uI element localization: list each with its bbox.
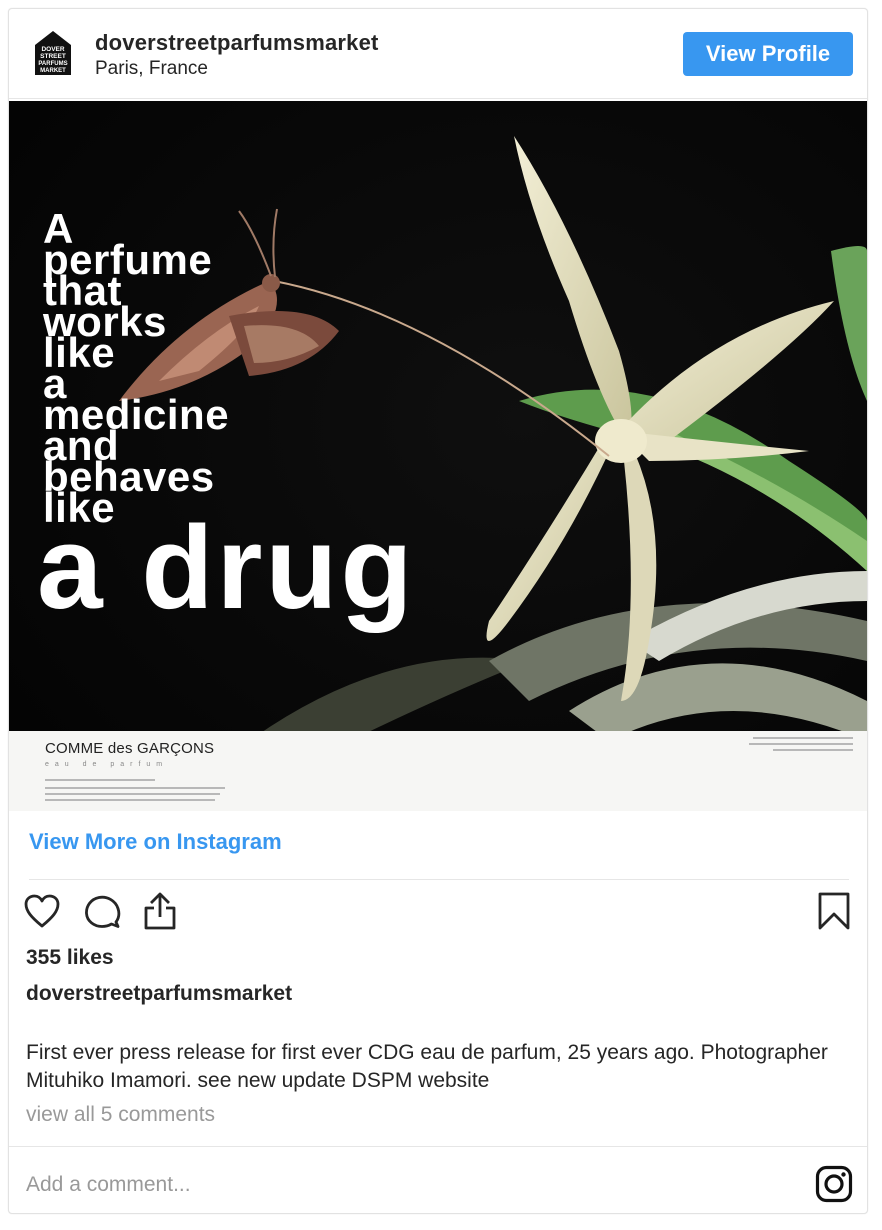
view-profile-button[interactable]: View Profile [683, 32, 853, 76]
instagram-embed-card: DOVER STREET PARFUMS MARKET doverstreetp… [8, 8, 868, 1214]
fine-print-line [45, 793, 220, 795]
bookmark-icon[interactable] [817, 891, 851, 936]
caption-username[interactable]: doverstreetparfumsmarket [26, 982, 292, 1006]
likes-count[interactable]: 355 likes [26, 946, 114, 970]
post-image[interactable]: A perfume that works like a medicine and… [9, 101, 867, 811]
svg-text:PARFUMS: PARFUMS [38, 61, 67, 67]
comment-divider [9, 1146, 867, 1147]
view-comments-link[interactable]: view all 5 comments [26, 1103, 215, 1127]
fine-print-line [753, 737, 853, 739]
brand-name: COMME des GARÇONS [45, 740, 215, 757]
post-location[interactable]: Paris, France [95, 58, 208, 80]
fine-print-line [45, 779, 155, 781]
caption-text: First ever press release for first ever … [26, 1041, 828, 1092]
add-comment-input[interactable] [26, 1169, 786, 1201]
actions-divider [29, 879, 849, 880]
svg-text:DOVER: DOVER [41, 46, 64, 53]
svg-text:MARKET: MARKET [40, 68, 66, 74]
post-username[interactable]: doverstreetparfumsmarket [95, 30, 379, 56]
heart-icon[interactable] [23, 893, 61, 934]
dover-street-logo-icon: DOVER STREET PARFUMS MARKET [35, 31, 71, 75]
fine-print-line [45, 799, 215, 801]
ad-footer-strip: COMME des GARÇONS eau de parfum [9, 731, 867, 811]
post-header: DOVER STREET PARFUMS MARKET doverstreetp… [9, 9, 867, 99]
ad-headline: a drug [37, 502, 416, 634]
view-more-link[interactable]: View More on Instagram [29, 829, 282, 855]
header-divider [9, 98, 867, 99]
svg-text:STREET: STREET [40, 53, 66, 60]
share-icon[interactable] [142, 891, 178, 936]
comment-icon[interactable] [83, 892, 121, 935]
brand-subtitle: eau de parfum [45, 761, 169, 768]
avatar[interactable]: DOVER STREET PARFUMS MARKET [33, 29, 73, 77]
instagram-logo-icon[interactable] [815, 1165, 853, 1208]
fine-print-line [45, 787, 225, 789]
fine-print-line [773, 749, 853, 751]
fine-print-line [749, 743, 853, 745]
ad-copy: A perfume that works like a medicine and… [43, 208, 229, 529]
